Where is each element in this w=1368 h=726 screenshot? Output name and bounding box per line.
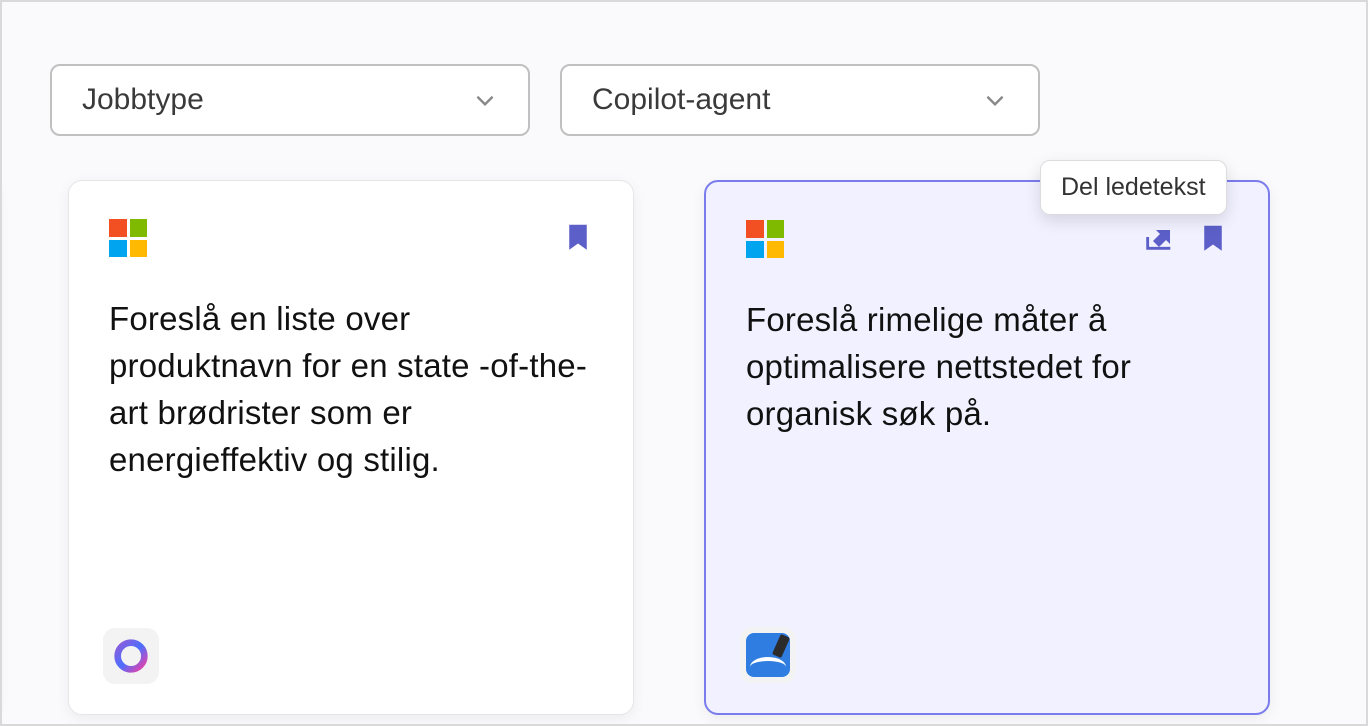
microsoft-logo-icon — [746, 220, 784, 258]
app-chip-whiteboard[interactable] — [740, 627, 796, 683]
share-tooltip: Del ledetekst — [1040, 160, 1227, 215]
share-tooltip-text: Del ledetekst — [1061, 173, 1206, 201]
bookmark-icon[interactable] — [563, 219, 593, 258]
copilot-agent-dropdown-label: Copilot-agent — [592, 83, 770, 117]
loop-icon — [111, 636, 151, 676]
bookmark-icon[interactable] — [1198, 220, 1228, 259]
filter-row: Jobbtype Copilot-agent — [2, 2, 1366, 136]
jobtype-dropdown[interactable]: Jobbtype — [50, 64, 530, 136]
prompt-text: Foreslå rimelige måter å optimalisere ne… — [746, 297, 1228, 438]
app-chip-loop[interactable] — [103, 628, 159, 684]
copilot-agent-dropdown[interactable]: Copilot-agent — [560, 64, 1040, 136]
prompt-card-right[interactable]: Foreslå rimelige måter å optimalisere ne… — [704, 180, 1270, 715]
prompt-card-left[interactable]: Foreslå en liste over produktnavn for en… — [68, 180, 634, 715]
cards-row: Foreslå en liste over produktnavn for en… — [0, 180, 1326, 726]
chevron-down-icon — [982, 87, 1008, 113]
card-actions — [563, 219, 593, 258]
whiteboard-icon — [746, 633, 790, 677]
prompt-gallery-frame: Jobbtype Copilot-agent Del ledetekst — [0, 0, 1368, 726]
card-actions — [1142, 220, 1228, 259]
card-header — [109, 219, 593, 258]
prompt-text: Foreslå en liste over produktnavn for en… — [109, 296, 593, 483]
card-footer — [740, 627, 796, 683]
chevron-down-icon — [472, 87, 498, 113]
jobtype-dropdown-label: Jobbtype — [82, 83, 204, 117]
microsoft-logo-icon — [109, 219, 147, 257]
share-icon[interactable] — [1142, 220, 1176, 259]
card-footer — [103, 628, 159, 684]
card-header — [746, 220, 1228, 259]
